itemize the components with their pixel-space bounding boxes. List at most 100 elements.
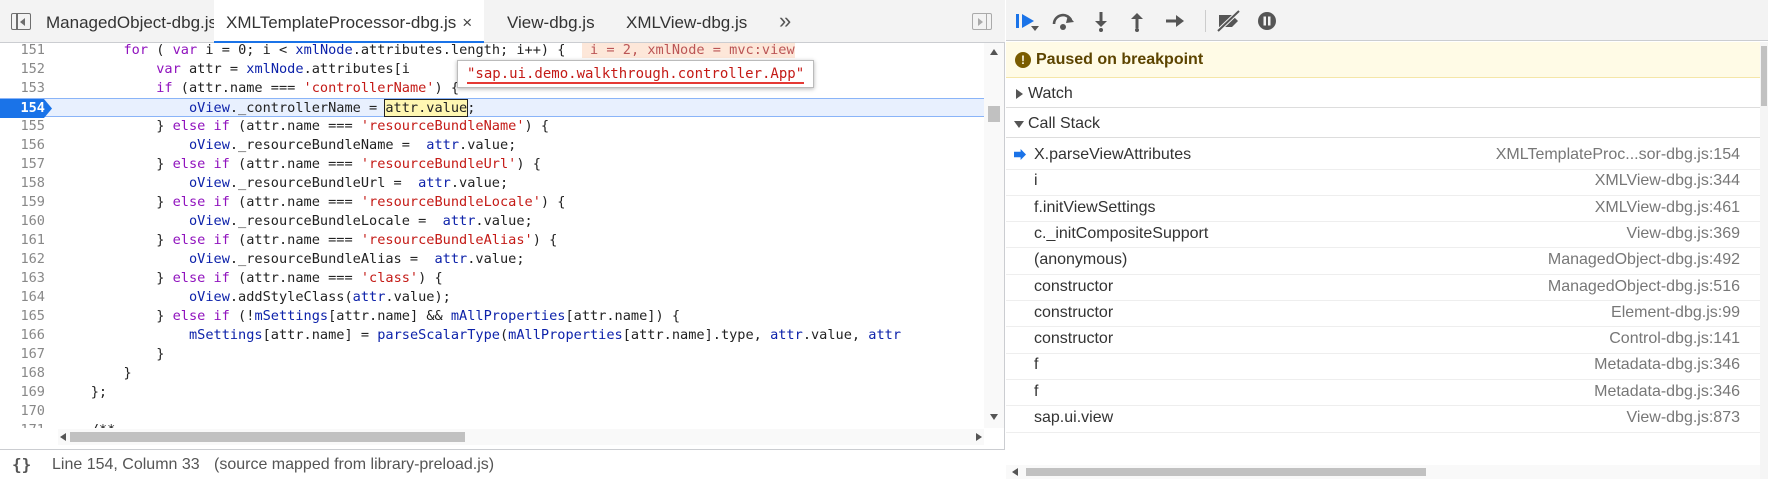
code-editor[interactable]: 151 for ( var i = 0; i < xmlNode.attribu… xyxy=(0,43,984,428)
line-number[interactable]: 170 xyxy=(0,402,45,421)
resume-icon[interactable] xyxy=(1012,0,1042,41)
call-frame[interactable]: constructor ManagedObject-dbg.js:516 xyxy=(1006,272,1760,302)
tab-xmltemplateprocessor[interactable]: XMLTemplateProcessor-dbg.js × xyxy=(214,0,485,46)
frame-location-link[interactable]: ManagedObject-dbg.js:492 xyxy=(1548,245,1740,274)
code-line[interactable]: 166 mSettings[attr.name] = parseScalarTy… xyxy=(0,326,984,345)
code-line[interactable]: 164 oView.addStyleClass(attr.value); xyxy=(0,288,984,307)
scroll-left-icon[interactable] xyxy=(1012,468,1018,476)
code-line[interactable]: 151 for ( var i = 0; i < xmlNode.attribu… xyxy=(0,43,984,60)
callstack-section-header[interactable]: Call Stack xyxy=(1006,109,1760,138)
call-frame[interactable]: f Metadata-dbg.js:346 xyxy=(1006,350,1760,380)
line-number[interactable]: 166 xyxy=(0,326,45,345)
line-number[interactable]: 158 xyxy=(0,174,45,193)
code-line[interactable]: 156 oView._resourceBundleName = attr.val… xyxy=(0,136,984,155)
code-line[interactable]: 157 } else if (attr.name === 'resourceBu… xyxy=(0,155,984,174)
code-line[interactable]: 162 oView._resourceBundleAlias = attr.va… xyxy=(0,250,984,269)
line-number[interactable]: 169 xyxy=(0,383,45,402)
scroll-up-icon[interactable] xyxy=(990,49,998,55)
frame-location-link[interactable]: XMLView-dbg.js:344 xyxy=(1595,166,1740,195)
call-frame[interactable]: constructor Control-dbg.js:141 xyxy=(1006,324,1760,354)
line-number[interactable]: 171 xyxy=(0,421,45,428)
pretty-print-button[interactable]: {} xyxy=(12,450,31,479)
scroll-thumb[interactable] xyxy=(988,106,1000,122)
close-icon[interactable]: × xyxy=(462,0,472,46)
call-frame[interactable]: f.initViewSettings XMLView-dbg.js:461 xyxy=(1006,193,1760,223)
code-text: oView._controllerName = attr.value; xyxy=(58,99,475,118)
line-number[interactable]: 153 xyxy=(0,79,45,98)
line-number[interactable]: 161 xyxy=(0,231,45,250)
line-number[interactable]: 163 xyxy=(0,269,45,288)
line-number[interactable]: 157 xyxy=(0,155,45,174)
navigator-toggle-icon[interactable] xyxy=(11,13,31,30)
tab-view[interactable]: View-dbg.js xyxy=(507,0,595,43)
code-line[interactable]: 165 } else if (!mSettings[attr.name] && … xyxy=(0,307,984,326)
frame-location-link[interactable]: ManagedObject-dbg.js:516 xyxy=(1548,272,1740,301)
code-line[interactable]: 168 } xyxy=(0,364,984,383)
code-line-current[interactable]: 154 oView._controllerName = attr.value; xyxy=(0,98,984,118)
code-line[interactable]: 170 xyxy=(0,402,984,421)
step-into-icon[interactable] xyxy=(1086,0,1116,41)
code-token: (attr.name === xyxy=(229,194,361,210)
line-number[interactable]: 159 xyxy=(0,193,45,212)
call-frame[interactable]: X.parseViewAttributes XMLTemplateProc...s… xyxy=(1006,140,1760,170)
line-number[interactable]: 155 xyxy=(0,117,45,136)
code-line[interactable]: 155 } else if (attr.name === 'resourceBu… xyxy=(0,117,984,136)
code-line[interactable]: 169 }; xyxy=(0,383,984,402)
debugger-toggle-icon[interactable] xyxy=(972,13,992,30)
line-number[interactable]: 156 xyxy=(0,136,45,155)
line-number[interactable]: 152 xyxy=(0,60,45,79)
scroll-thumb[interactable] xyxy=(1761,46,1767,106)
code-token: mAllProperties xyxy=(508,327,623,343)
code-line[interactable]: 159 } else if (attr.name === 'resourceBu… xyxy=(0,193,984,212)
call-frame[interactable]: f Metadata-dbg.js:346 xyxy=(1006,377,1760,407)
code-line[interactable]: 161 } else if (attr.name === 'resourceBu… xyxy=(0,231,984,250)
frame-location-link[interactable]: XMLView-dbg.js:461 xyxy=(1595,193,1740,222)
code-line[interactable]: 171 /** xyxy=(0,421,984,428)
code-line[interactable]: 160 oView._resourceBundleLocale = attr.v… xyxy=(0,212,984,231)
line-number[interactable]: 165 xyxy=(0,307,45,326)
frame-location-link[interactable]: Control-dbg.js:141 xyxy=(1609,324,1740,353)
code-token: i = 0; i < xyxy=(197,43,296,58)
watch-section-header[interactable]: Watch xyxy=(1006,79,1760,108)
source-map-info[interactable]: (source mapped from library-preload.js) xyxy=(214,450,494,479)
tab-managedobject[interactable]: ManagedObject-dbg.js xyxy=(46,0,217,43)
step-out-icon[interactable] xyxy=(1122,0,1152,41)
pause-on-exceptions-icon[interactable] xyxy=(1252,0,1282,41)
frame-location-link[interactable]: View-dbg.js:369 xyxy=(1626,219,1740,248)
code-line[interactable]: 163 } else if (attr.name === 'class') { xyxy=(0,269,984,288)
step-icon[interactable] xyxy=(1160,0,1190,41)
line-number[interactable]: 168 xyxy=(0,364,45,383)
line-number[interactable]: 151 xyxy=(0,43,45,60)
call-frame[interactable]: sap.ui.view View-dbg.js:873 xyxy=(1006,403,1760,433)
code-line[interactable]: 167 } xyxy=(0,345,984,364)
line-number[interactable]: 154 xyxy=(0,99,45,118)
scroll-thumb[interactable] xyxy=(1026,468,1426,476)
deactivate-breakpoints-icon[interactable] xyxy=(1212,0,1246,41)
sidebar-vertical-scrollbar[interactable] xyxy=(1760,42,1768,479)
code-token: oView xyxy=(188,289,230,305)
frame-location-link[interactable]: Metadata-dbg.js:346 xyxy=(1594,350,1740,379)
call-frame[interactable]: (anonymous) ManagedObject-dbg.js:492 xyxy=(1006,245,1760,275)
scroll-left-icon[interactable] xyxy=(60,433,66,441)
scroll-down-icon[interactable] xyxy=(990,414,998,420)
frame-location-link[interactable]: Metadata-dbg.js:346 xyxy=(1594,377,1740,406)
call-frame[interactable]: constructor Element-dbg.js:99 xyxy=(1006,298,1760,328)
tab-xmlview[interactable]: XMLView-dbg.js xyxy=(626,0,747,43)
call-frame[interactable]: c._initCompositeSupport View-dbg.js:369 xyxy=(1006,219,1760,249)
code-line[interactable]: 158 oView._resourceBundleUrl = attr.valu… xyxy=(0,174,984,193)
step-over-icon[interactable] xyxy=(1046,0,1080,41)
line-number[interactable]: 167 xyxy=(0,345,45,364)
call-frame[interactable]: i XMLView-dbg.js:344 xyxy=(1006,166,1760,196)
sidebar-horizontal-scrollbar[interactable] xyxy=(1006,465,1760,479)
scroll-thumb[interactable] xyxy=(70,432,465,442)
line-number[interactable]: 160 xyxy=(0,212,45,231)
frame-location-link[interactable]: XMLTemplateProc...sor-dbg.js:154 xyxy=(1496,140,1740,169)
more-tabs-icon[interactable]: » xyxy=(779,8,792,34)
editor-vertical-scrollbar[interactable] xyxy=(984,43,1004,428)
frame-location-link[interactable]: View-dbg.js:873 xyxy=(1626,403,1740,432)
editor-horizontal-scrollbar[interactable] xyxy=(58,429,984,445)
line-number[interactable]: 162 xyxy=(0,250,45,269)
frame-location-link[interactable]: Element-dbg.js:99 xyxy=(1611,298,1740,327)
line-number[interactable]: 164 xyxy=(0,288,45,307)
scroll-right-icon[interactable] xyxy=(976,433,982,441)
